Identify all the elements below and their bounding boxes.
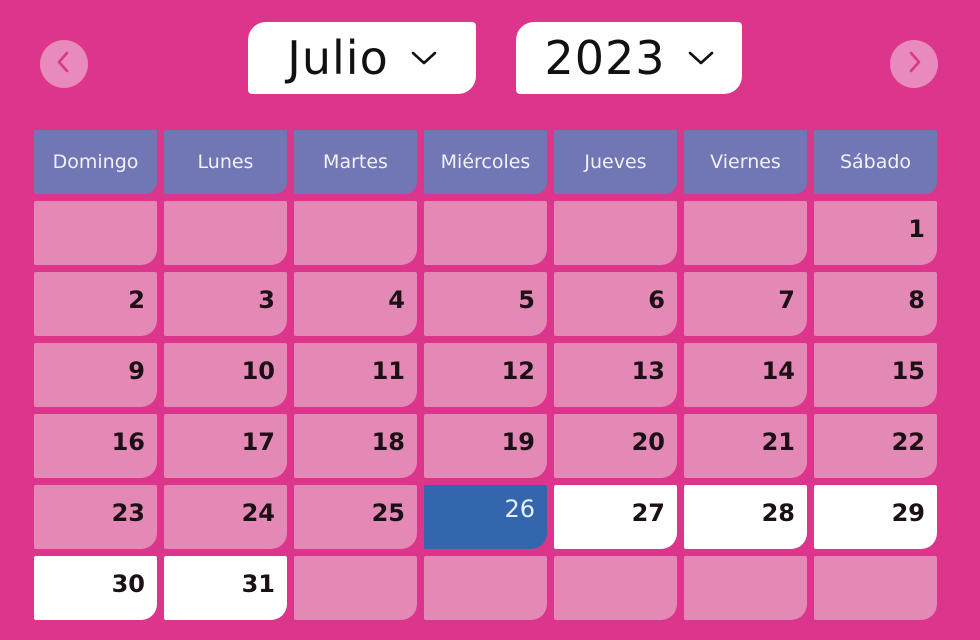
day-cell[interactable]: 24 [164, 485, 287, 549]
day-cell[interactable]: 29 [814, 485, 937, 549]
day-cell[interactable]: 30 [34, 556, 157, 620]
next-month-button[interactable] [890, 40, 938, 88]
day-number: 6 [648, 286, 665, 314]
chevron-right-icon [903, 51, 925, 77]
day-cell[interactable]: 3 [164, 272, 287, 336]
empty-day-cell [554, 201, 677, 265]
day-number: 28 [761, 499, 795, 527]
day-cell[interactable]: 12 [424, 343, 547, 407]
month-select-value: Julio [287, 31, 389, 85]
day-number: 2 [128, 286, 145, 314]
day-cell[interactable]: 10 [164, 343, 287, 407]
day-cell[interactable]: 15 [814, 343, 937, 407]
day-cell[interactable]: 25 [294, 485, 417, 549]
day-cell[interactable]: 23 [34, 485, 157, 549]
empty-day-cell [684, 201, 807, 265]
day-number: 8 [908, 286, 925, 314]
day-number: 15 [891, 357, 925, 385]
empty-day-cell [34, 201, 157, 265]
day-number: 16 [111, 428, 145, 456]
day-cell[interactable]: 31 [164, 556, 287, 620]
weekday-header: Domingo [34, 130, 157, 194]
prev-month-button[interactable] [40, 40, 88, 88]
day-number: 17 [241, 428, 275, 456]
day-number: 5 [518, 286, 535, 314]
day-number: 31 [241, 570, 275, 598]
empty-day-cell [294, 201, 417, 265]
year-select[interactable]: 2023 [516, 22, 742, 94]
calendar-grid: Domingo Lunes Martes Miércoles Jueves Viernes… [34, 130, 937, 620]
day-number: 12 [501, 357, 535, 385]
weekday-header: Jueves [554, 130, 677, 194]
day-number: 24 [241, 499, 275, 527]
empty-day-cell [294, 556, 417, 620]
day-cell[interactable]: 21 [684, 414, 807, 478]
empty-day-cell [424, 556, 547, 620]
chevron-left-icon [53, 51, 75, 77]
chevron-down-icon [688, 50, 714, 66]
weekday-header: Miércoles [424, 130, 547, 194]
day-cell[interactable]: 16 [34, 414, 157, 478]
day-number: 30 [111, 570, 145, 598]
day-cell[interactable]: 22 [814, 414, 937, 478]
day-number: 25 [371, 499, 405, 527]
day-cell[interactable]: 11 [294, 343, 417, 407]
day-cell[interactable]: 18 [294, 414, 417, 478]
day-number: 27 [631, 499, 665, 527]
day-number: 14 [761, 357, 795, 385]
day-cell[interactable]: 6 [554, 272, 677, 336]
day-number: 3 [258, 286, 275, 314]
empty-day-cell [684, 556, 807, 620]
day-cell[interactable]: 1 [814, 201, 937, 265]
day-cell[interactable]: 27 [554, 485, 677, 549]
day-cell[interactable]: 9 [34, 343, 157, 407]
day-number: 1 [908, 215, 925, 243]
day-number: 11 [371, 357, 405, 385]
day-number: 18 [371, 428, 405, 456]
day-number: 13 [631, 357, 665, 385]
day-cell[interactable]: 13 [554, 343, 677, 407]
day-number: 4 [388, 286, 405, 314]
day-number: 10 [241, 357, 275, 385]
year-select-value: 2023 [544, 31, 666, 85]
day-number: 9 [128, 357, 145, 385]
weekday-header: Martes [294, 130, 417, 194]
day-cell[interactable]: 8 [814, 272, 937, 336]
day-cell[interactable]: 5 [424, 272, 547, 336]
month-select[interactable]: Julio [248, 22, 476, 94]
day-number: 7 [778, 286, 795, 314]
day-number: 19 [501, 428, 535, 456]
empty-day-cell [814, 556, 937, 620]
weekday-header: Viernes [684, 130, 807, 194]
day-cell[interactable]: 19 [424, 414, 547, 478]
day-number: 22 [891, 428, 925, 456]
day-cell[interactable]: 2 [34, 272, 157, 336]
day-cell[interactable]: 26 [424, 485, 547, 549]
day-cell[interactable]: 20 [554, 414, 677, 478]
day-number: 26 [504, 495, 535, 523]
day-cell[interactable]: 17 [164, 414, 287, 478]
day-number: 20 [631, 428, 665, 456]
empty-day-cell [554, 556, 677, 620]
day-cell[interactable]: 4 [294, 272, 417, 336]
day-cell[interactable]: 28 [684, 485, 807, 549]
day-cell[interactable]: 14 [684, 343, 807, 407]
chevron-down-icon [411, 50, 437, 66]
weekday-header: Sábado [814, 130, 937, 194]
empty-day-cell [164, 201, 287, 265]
day-cell[interactable]: 7 [684, 272, 807, 336]
empty-day-cell [424, 201, 547, 265]
day-number: 21 [761, 428, 795, 456]
day-number: 23 [111, 499, 145, 527]
day-number: 29 [891, 499, 925, 527]
weekday-header: Lunes [164, 130, 287, 194]
